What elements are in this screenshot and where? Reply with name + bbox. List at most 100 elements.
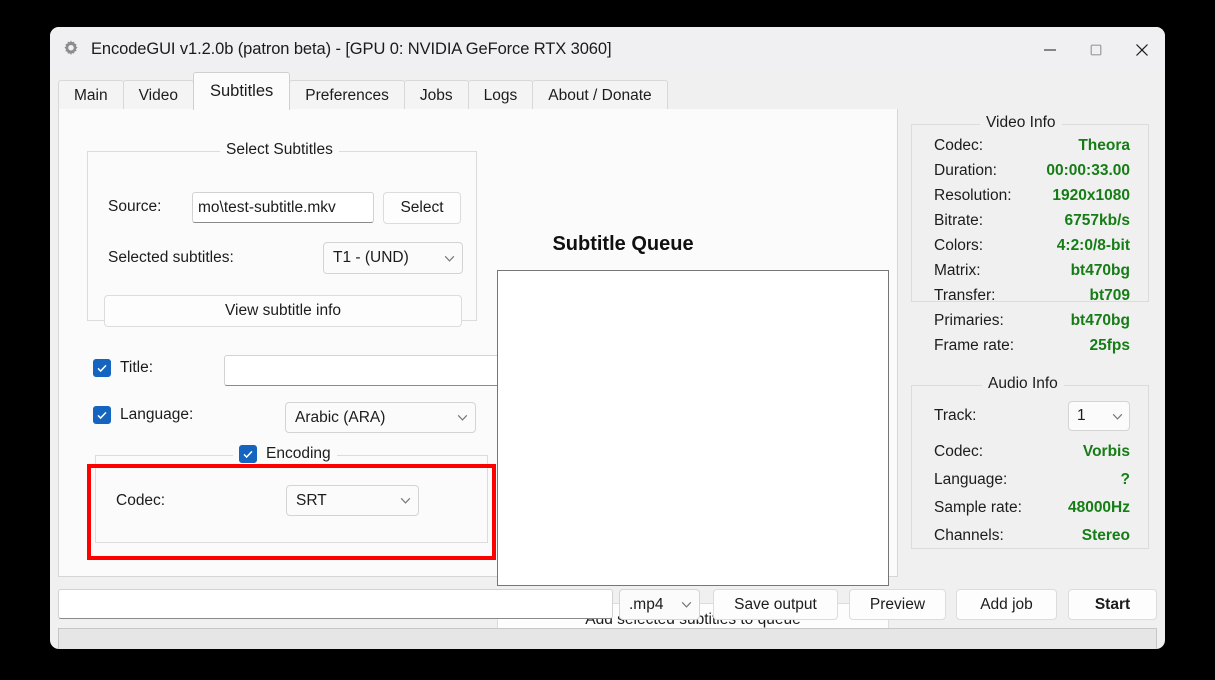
- video-info-value: 00:00:33.00: [1046, 161, 1130, 179]
- app-window: EncodeGUI v1.2.0b (patron beta) - [GPU 0…: [50, 27, 1165, 649]
- language-value: Arabic (ARA): [295, 408, 386, 426]
- video-info-row: Duration: 00:00:33.00: [912, 158, 1148, 183]
- tab-subtitles[interactable]: Subtitles: [192, 72, 291, 110]
- start-button[interactable]: Start: [1068, 589, 1157, 620]
- save-output-button[interactable]: Save output: [713, 589, 838, 620]
- video-info-row: Resolution: 1920x1080: [912, 183, 1148, 208]
- close-icon: [1136, 43, 1148, 56]
- encoding-checkbox[interactable]: [239, 445, 257, 463]
- audio-info-key: Language:: [934, 471, 1008, 488]
- video-info-key: Transfer:: [934, 286, 996, 304]
- language-row: Language:: [93, 406, 193, 424]
- select-source-button[interactable]: Select: [383, 192, 461, 224]
- video-info-key: Bitrate:: [934, 211, 984, 229]
- audio-info-value: Stereo: [1081, 527, 1130, 544]
- selected-subtitles-select[interactable]: T1 - (UND): [323, 242, 463, 274]
- chevron-down-icon: [681, 601, 692, 608]
- tab-preferences[interactable]: Preferences: [289, 80, 405, 110]
- audio-info-row: Language: ?: [912, 466, 1148, 494]
- audio-info-key: Sample rate:: [934, 499, 1022, 516]
- tab-jobs[interactable]: Jobs: [403, 80, 469, 110]
- video-info-key: Resolution:: [934, 186, 1012, 204]
- subtitle-queue-list[interactable]: [497, 270, 889, 586]
- tab-bar: Main Video Subtitles Preferences Jobs Lo…: [50, 72, 1165, 110]
- tab-main[interactable]: Main: [58, 80, 124, 110]
- maximize-icon: [1090, 44, 1102, 55]
- video-info-key: Frame rate:: [934, 336, 1015, 354]
- language-checkbox[interactable]: [93, 406, 111, 424]
- video-info-key: Primaries:: [934, 311, 1004, 329]
- container-format-value: .mp4: [629, 595, 664, 613]
- tab-video[interactable]: Video: [122, 80, 194, 110]
- title-bar: EncodeGUI v1.2.0b (patron beta) - [GPU 0…: [50, 27, 1165, 72]
- video-info-row: Matrix: bt470bg: [912, 258, 1148, 283]
- check-icon: [97, 411, 107, 420]
- tab-logs[interactable]: Logs: [467, 80, 534, 110]
- status-progress-bar: [58, 628, 1157, 649]
- select-subtitles-group: Select Subtitles Source: mo\test-subtitl…: [87, 141, 477, 327]
- audio-info-row: Codec: Vorbis: [912, 438, 1148, 466]
- title-row: Title:: [93, 359, 153, 377]
- title-checkbox[interactable]: [93, 359, 111, 377]
- video-info-row: Primaries: bt470bg: [912, 308, 1148, 333]
- audio-info-title: Audio Info: [982, 375, 1064, 393]
- preview-button[interactable]: Preview: [849, 589, 946, 620]
- subtitles-tab-panel: Select Subtitles Source: mo\test-subtitl…: [58, 109, 898, 637]
- maximize-button[interactable]: [1073, 27, 1119, 72]
- add-job-button[interactable]: Add job: [956, 589, 1057, 620]
- chevron-down-icon: [444, 255, 455, 262]
- check-icon: [243, 450, 253, 459]
- codec-label: Codec:: [116, 492, 166, 509]
- window-title: EncodeGUI v1.2.0b (patron beta) - [GPU 0…: [91, 40, 612, 58]
- video-info-title: Video Info: [980, 114, 1062, 132]
- chevron-down-icon: [457, 414, 468, 421]
- codec-select[interactable]: SRT: [286, 485, 419, 516]
- view-subtitle-info-button[interactable]: View subtitle info: [104, 295, 462, 327]
- close-button[interactable]: [1119, 27, 1165, 72]
- codec-value: SRT: [296, 491, 327, 509]
- encoding-group-header: Encoding: [233, 445, 337, 463]
- video-info-row: Frame rate: 25fps: [912, 333, 1148, 358]
- video-info-value: 6757kb/s: [1064, 211, 1131, 229]
- source-input[interactable]: mo\test-subtitle.mkv: [192, 192, 374, 223]
- title-label: Title:: [120, 359, 154, 376]
- container-format-select[interactable]: .mp4: [619, 589, 700, 620]
- selected-subtitles-label: Selected subtitles:: [108, 249, 234, 266]
- audio-track-select[interactable]: 1: [1068, 401, 1130, 431]
- encoding-group: Encoding Codec: SRT: [95, 445, 488, 543]
- video-info-key: Matrix:: [934, 261, 981, 279]
- video-info-value: bt470bg: [1070, 261, 1130, 279]
- video-info-row: Bitrate: 6757kb/s: [912, 208, 1148, 233]
- video-info-key: Duration:: [934, 161, 997, 179]
- video-info-value: 25fps: [1089, 336, 1131, 354]
- selected-subtitles-value: T1 - (UND): [333, 249, 409, 266]
- video-info-row: Transfer: bt709: [912, 283, 1148, 308]
- audio-info-row: Channels: Stereo: [912, 522, 1148, 550]
- language-select[interactable]: Arabic (ARA): [285, 402, 476, 433]
- output-path-input[interactable]: [58, 589, 613, 619]
- check-icon: [97, 364, 107, 373]
- video-info-key: Colors:: [934, 236, 984, 254]
- audio-track-value: 1: [1077, 407, 1086, 424]
- minimize-icon: [1044, 48, 1056, 51]
- language-label: Language:: [120, 406, 194, 423]
- chevron-down-icon: [1112, 413, 1123, 420]
- chevron-down-icon: [400, 497, 411, 504]
- tab-about-donate[interactable]: About / Donate: [532, 80, 668, 110]
- video-info-value: 4:2:0/8-bit: [1056, 236, 1130, 254]
- audio-info-value: Vorbis: [1082, 443, 1130, 460]
- window-controls: [1027, 27, 1165, 72]
- title-input[interactable]: [224, 355, 527, 386]
- audio-info-key: Channels:: [934, 527, 1004, 544]
- encoding-group-title: Encoding: [266, 445, 331, 462]
- audio-track-label: Track:: [934, 407, 977, 424]
- video-info-value: bt709: [1089, 286, 1131, 304]
- video-info-value: 1920x1080: [1052, 186, 1130, 204]
- audio-info-key: Codec:: [934, 443, 984, 460]
- audio-info-value: ?: [1120, 471, 1130, 488]
- gear-icon: [64, 39, 78, 55]
- audio-track-row: Track: 1: [912, 394, 1148, 438]
- video-info-row: Codec: Theora: [912, 133, 1148, 158]
- video-info-row: Colors: 4:2:0/8-bit: [912, 233, 1148, 258]
- minimize-button[interactable]: [1027, 27, 1073, 72]
